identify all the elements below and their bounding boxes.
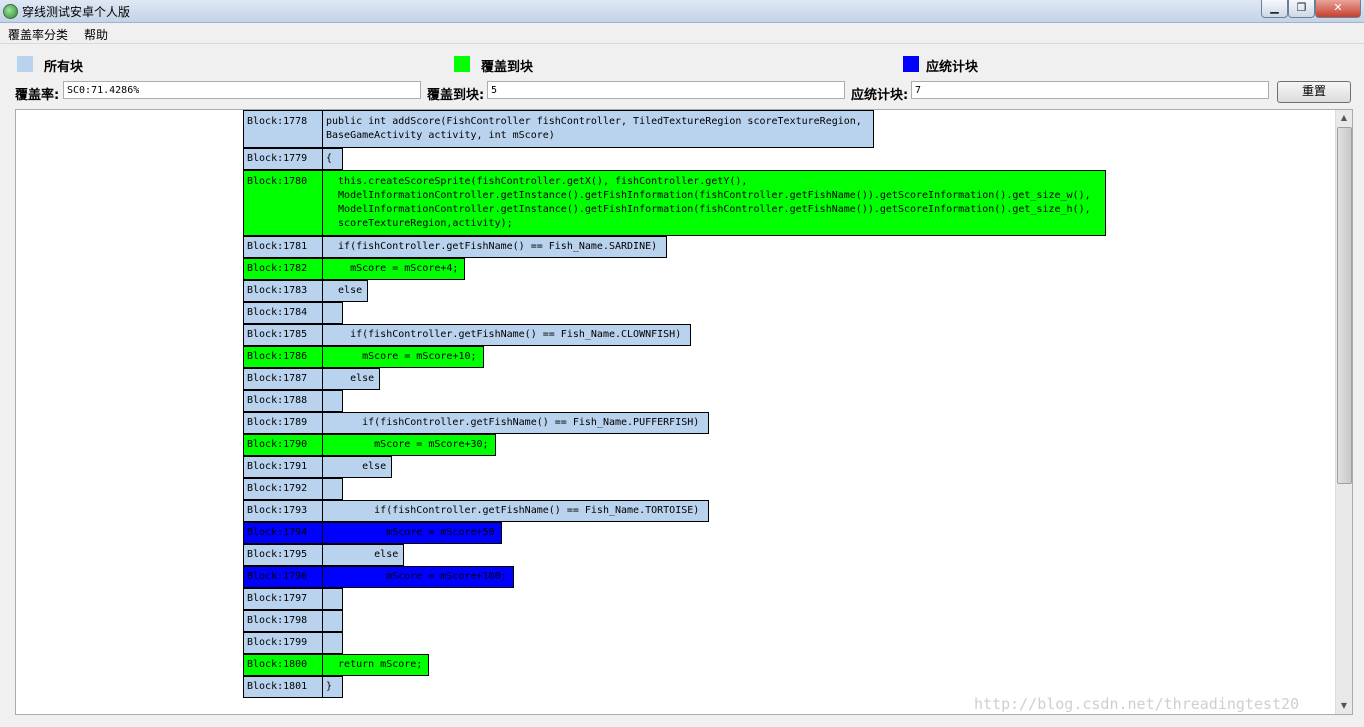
legend-label-covered: 覆盖到块	[481, 60, 534, 75]
block-code: mScore = mScore+50	[323, 522, 502, 544]
block-id: Block:1783	[243, 280, 323, 302]
watermark: http://blog.csdn.net/threadingtest20	[974, 695, 1300, 713]
scroll-up-icon[interactable]: ▲	[1336, 110, 1352, 126]
block-code	[323, 610, 343, 632]
block-code: else	[323, 456, 392, 478]
coverage-label: 覆盖率:	[15, 88, 60, 103]
block-code: this.createScoreSprite(fishController.ge…	[323, 170, 1106, 236]
block-code: else	[323, 544, 405, 566]
block-code: else	[323, 280, 368, 302]
window-title: 穿线测试安卓个人版	[22, 5, 131, 19]
block-code: public int addScore(FishController fishC…	[323, 110, 874, 148]
covered-blocks-field[interactable]: 5	[487, 81, 845, 99]
expected-blocks-field[interactable]: 7	[911, 81, 1269, 99]
minimize-button[interactable]: ▁	[1261, 0, 1288, 18]
block-id: Block:1780	[243, 170, 323, 236]
block-id: Block:1793	[243, 500, 323, 522]
menu-help[interactable]: 帮助	[84, 26, 108, 43]
block-code: mScore = mScore+30;	[323, 434, 496, 456]
block-id: Block:1784	[243, 302, 323, 324]
legend-swatch-statistic	[903, 56, 919, 72]
coverage-view[interactable]: Block:1778 public int addScore(FishContro…	[15, 109, 1353, 715]
block-id: Block:1796	[243, 566, 323, 588]
menu-coverage-category[interactable]: 覆盖率分类	[8, 26, 68, 43]
block-code: }	[323, 676, 343, 698]
block-code	[323, 390, 343, 412]
block-id: Block:1788	[243, 390, 323, 412]
close-button[interactable]: ✕	[1315, 0, 1361, 18]
block-id: Block:1797	[243, 588, 323, 610]
vertical-scrollbar[interactable]: ▲ ▼	[1335, 110, 1352, 714]
expected-blocks-label: 应统计块:	[851, 88, 909, 103]
block-id: Block:1799	[243, 632, 323, 654]
block-id: Block:1785	[243, 324, 323, 346]
block-id: Block:1786	[243, 346, 323, 368]
block-code: if(fishController.getFishName() == Fish_…	[323, 500, 710, 522]
legend-swatch-covered	[454, 56, 470, 72]
block-code	[323, 632, 343, 654]
scroll-down-icon[interactable]: ▼	[1336, 698, 1352, 714]
block-id: Block:1779	[243, 148, 323, 170]
block-code: mScore = mScore+10;	[323, 346, 484, 368]
app-icon	[3, 4, 18, 19]
block-id: Block:1789	[243, 412, 323, 434]
block-code	[323, 478, 343, 500]
block-code: if(fishController.getFishName() == Fish_…	[323, 412, 710, 434]
block-id: Block:1790	[243, 434, 323, 456]
block-code: mScore = mScore+100;	[323, 566, 514, 588]
legend-label-all: 所有块	[44, 60, 84, 75]
block-id: Block:1800	[243, 654, 323, 676]
block-id: Block:1792	[243, 478, 323, 500]
block-id: Block:1781	[243, 236, 323, 258]
title-bar: 穿线测试安卓个人版 ▁ ❐ ✕	[0, 0, 1364, 23]
menu-bar: 覆盖率分类 帮助	[0, 23, 1364, 44]
legend-label-statistic: 应统计块	[926, 60, 979, 75]
block-code: if(fishController.getFishName() == Fish_…	[323, 324, 691, 346]
block-code: else	[323, 368, 380, 390]
block-id: Block:1778	[243, 110, 323, 148]
block-id: Block:1791	[243, 456, 323, 478]
covered-blocks-label: 覆盖到块:	[427, 88, 485, 103]
block-id: Block:1794	[243, 522, 323, 544]
block-id: Block:1795	[243, 544, 323, 566]
block-id: Block:1801	[243, 676, 323, 698]
block-code: if(fishController.getFishName() == Fish_…	[323, 236, 667, 258]
block-id: Block:1798	[243, 610, 323, 632]
legend-swatch-all	[17, 56, 33, 72]
coverage-field[interactable]: SC0:71.4286%	[63, 81, 421, 99]
block-code	[323, 588, 343, 610]
reset-button[interactable]: 重置	[1277, 81, 1351, 103]
block-code	[323, 302, 343, 324]
block-id: Block:1782	[243, 258, 323, 280]
block-id: Block:1787	[243, 368, 323, 390]
block-code: return mScore;	[323, 654, 429, 676]
block-code: {	[323, 148, 343, 170]
scroll-thumb[interactable]	[1337, 127, 1352, 484]
block-code: mScore = mScore+4;	[323, 258, 466, 280]
maximize-button[interactable]: ❐	[1288, 0, 1315, 18]
